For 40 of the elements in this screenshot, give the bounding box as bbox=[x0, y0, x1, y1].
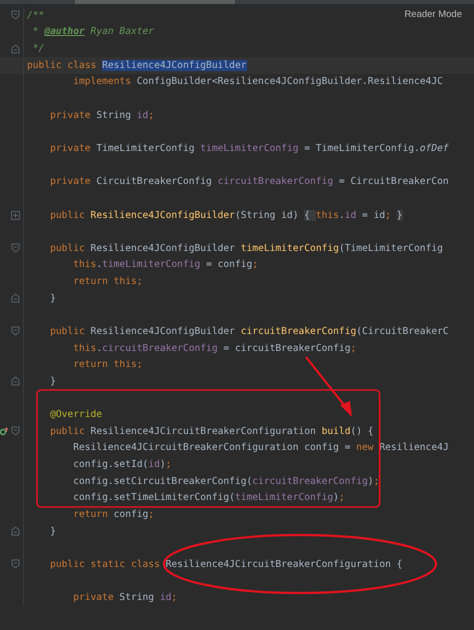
override-icon[interactable] bbox=[0, 426, 8, 436]
code-line: * @author Ryan Baxter bbox=[32, 25, 154, 38]
code-line: private CircuitBreakerConfig circuitBreakerConfig = CircuitBreakerCon bbox=[49, 175, 449, 188]
code-line: public Resilience4JCircuitBreakerConfiguration build() { bbox=[49, 424, 374, 438]
code-line: return this; bbox=[72, 275, 143, 288]
annotation-arrow bbox=[305, 356, 352, 417]
code-line: public Resilience4JConfigBuilder(String id) { this.id = id; } bbox=[49, 208, 403, 222]
code-line: private TimeLimiterConfig timeLimiterConfig = TimeLimiterConfig.ofDef bbox=[49, 142, 449, 155]
fold-icon[interactable] bbox=[11, 559, 20, 570]
fold-icon[interactable] bbox=[11, 10, 20, 20]
code-line: config.setId(id); bbox=[72, 458, 172, 472]
fold-icon[interactable] bbox=[11, 426, 20, 436]
code-line: } bbox=[49, 292, 56, 305]
code-line: private String id; bbox=[49, 108, 154, 122]
code-line: public static class Resilience4JCircuitBreakerConfiguration { bbox=[49, 558, 402, 571]
code-line: return config; bbox=[72, 508, 154, 522]
code-line: } bbox=[49, 374, 56, 388]
fold-icon[interactable] bbox=[11, 293, 20, 304]
fold-icon[interactable] bbox=[11, 376, 20, 386]
code-line: private String id; bbox=[72, 591, 178, 604]
code-line: this.timeLimiterConfig = config; bbox=[72, 258, 258, 272]
code-line: public Resilience4JConfigBuilder circuitBreakerConfig(CircuitBreakerC bbox=[49, 324, 449, 338]
code-line: implements ConfigBuilder<Resilience4JConfigBuilder.Resilience4JC bbox=[72, 75, 443, 88]
code-line: public Resilience4JConfigBuilder timeLimiterConfig(TimeLimiterConfig bbox=[49, 242, 443, 255]
fold-icon[interactable] bbox=[11, 526, 20, 536]
code-line: /** bbox=[26, 8, 44, 22]
fold-icon[interactable] bbox=[11, 44, 20, 54]
code-line: } bbox=[49, 524, 56, 538]
code-line: config.setTimeLimiterConfig(timeLimiterConfig); bbox=[72, 491, 345, 504]
code-line: public class Resilience4JConfigBuilder bbox=[26, 58, 246, 72]
code-line: config.setCircuitBreakerConfig(circuitBreakerConfig); bbox=[72, 474, 380, 488]
fold-icon[interactable] bbox=[11, 326, 20, 336]
code-line: @Override bbox=[49, 408, 102, 422]
fold-icon[interactable] bbox=[11, 243, 20, 254]
code-line: this.circuitBreakerConfig = circuitBreakerConfig; bbox=[72, 342, 356, 355]
horizontal-scrollbar[interactable] bbox=[75, 0, 235, 4]
expand-icon[interactable] bbox=[11, 210, 20, 220]
code-line: */ bbox=[32, 42, 44, 56]
reader-mode-button[interactable]: Reader Mode bbox=[404, 9, 462, 20]
code-line: return this; bbox=[72, 358, 143, 372]
